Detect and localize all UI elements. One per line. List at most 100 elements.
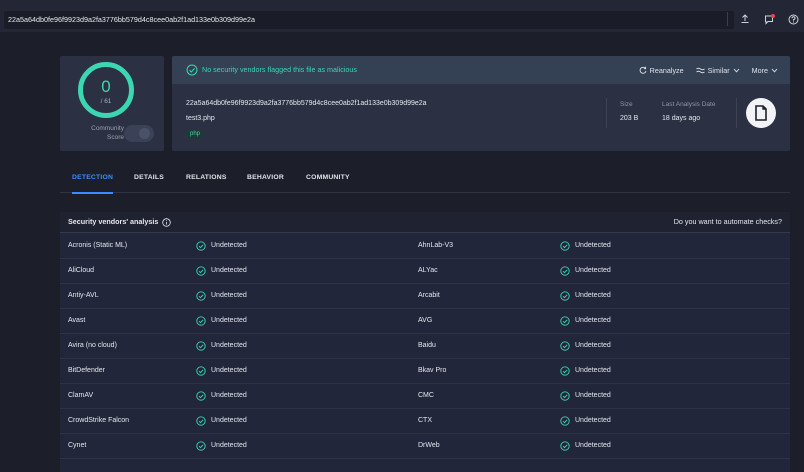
table-row: AliCloud Undetected ALYac Undetected	[60, 258, 790, 284]
verdict-text: No security vendors flagged this file as…	[202, 65, 358, 74]
vendor-result: Undetected	[560, 433, 611, 458]
verdict-banner: No security vendors flagged this file as…	[172, 56, 790, 84]
check-circle-icon	[560, 390, 570, 401]
vendor-name: CTX	[418, 417, 432, 424]
file-icon	[746, 98, 776, 128]
vendor-result: Undetected	[196, 233, 247, 258]
check-circle-icon	[196, 415, 206, 426]
table-title: Security vendors' analysis	[68, 217, 159, 226]
divider	[727, 12, 728, 26]
table-row: Avira (no cloud) Undetected Baidu Undetecte…	[60, 333, 790, 359]
detection-score-panel: 0 / 61 Community Score	[60, 56, 164, 151]
vendor-name: Arcabit	[418, 292, 440, 299]
check-circle-icon	[560, 290, 570, 301]
vendor-result: Undetected	[560, 408, 611, 433]
size-value: 203 B	[620, 115, 639, 122]
check-circle-icon	[186, 64, 198, 76]
banner-actions: Reanalyze Similar More	[639, 56, 778, 84]
check-circle-icon	[196, 240, 206, 251]
report-tabs: DETECTION DETAILS RELATIONS BEHAVIOR COM…	[60, 170, 790, 194]
last-analysis-label: Last Analysis Date	[662, 101, 716, 108]
vendor-result: Undetected	[560, 383, 611, 408]
vendor-name: Avira (no cloud)	[68, 342, 117, 349]
vendor-result: Undetected	[196, 433, 247, 458]
vendor-name: Antiy-AVL	[68, 292, 99, 299]
table-row: BitDefender Undetected Bkav Pro Undetected	[60, 358, 790, 384]
vendor-result: Undetected	[196, 358, 247, 383]
vendors-table: Security vendors' analysis Do you want t…	[60, 212, 790, 472]
chevron-down-icon	[771, 68, 778, 72]
file-name: test3.php	[186, 115, 215, 122]
table-row: Antiy-AVL Undetected Arcabit Undetected	[60, 283, 790, 309]
refresh-icon	[639, 66, 647, 74]
tab-behavior[interactable]: BEHAVIOR	[247, 170, 284, 192]
community-score-label: Community Score	[91, 125, 124, 141]
file-type-tag[interactable]: php	[186, 130, 205, 138]
check-circle-icon	[560, 315, 570, 326]
vendor-name: ALYac	[418, 267, 438, 274]
check-circle-icon	[196, 265, 206, 276]
notifications-icon[interactable]	[762, 12, 776, 26]
vendor-result: Undetected	[560, 233, 611, 258]
similar-icon	[695, 67, 705, 73]
check-circle-icon	[560, 240, 570, 251]
check-circle-icon	[560, 340, 570, 351]
tab-relations[interactable]: RELATIONS	[186, 170, 227, 192]
upload-icon[interactable]	[738, 12, 752, 26]
check-circle-icon	[196, 290, 206, 301]
detection-count: 0	[101, 77, 111, 96]
vendor-name: Baidu	[418, 342, 436, 349]
check-circle-icon	[196, 365, 206, 376]
vendor-result: Undetected	[560, 258, 611, 283]
community-score-vote[interactable]	[124, 125, 154, 142]
vendor-name: Cynet	[68, 442, 87, 449]
table-row: Avast Undetected AVG Undetected	[60, 308, 790, 334]
vendor-result: Undetected	[196, 258, 247, 283]
check-circle-icon	[196, 390, 206, 401]
detection-total: / 61	[100, 98, 112, 105]
divider	[736, 98, 737, 128]
file-info-panel: No security vendors flagged this file as…	[172, 56, 790, 151]
info-icon[interactable]	[162, 217, 172, 227]
check-circle-icon	[560, 365, 570, 376]
similar-dropdown[interactable]: Similar	[695, 66, 740, 75]
check-circle-icon	[560, 265, 570, 276]
check-circle-icon	[196, 315, 206, 326]
vendor-result: Undetected	[196, 308, 247, 333]
automate-checks-link[interactable]: Do you want to automate checks?	[674, 212, 782, 232]
table-row: CrowdStrike Falcon Undetected CTX Undetecte…	[60, 408, 790, 434]
vendor-name: AliCloud	[68, 267, 95, 274]
check-circle-icon	[560, 415, 570, 426]
reanalyze-button[interactable]: Reanalyze	[639, 66, 684, 75]
vendor-result: Undetected	[560, 358, 611, 383]
vendor-name: Bkav Pro	[418, 367, 447, 374]
file-hash: 22a5a64db0fe96f9923d9a2fa3776bb579d4c8ce…	[186, 100, 427, 107]
table-row: Cynet Undetected DrWeb Undetected	[60, 433, 790, 459]
vendor-name: CMC	[418, 392, 434, 399]
check-circle-icon	[196, 440, 206, 451]
vendor-result: Undetected	[196, 408, 247, 433]
vendor-name: Acronis (Static ML)	[68, 242, 128, 249]
vendor-result: Undetected	[196, 333, 247, 358]
vendor-name: Avast	[68, 317, 86, 324]
divider	[606, 98, 607, 128]
vendor-result: Undetected	[560, 333, 611, 358]
vendor-result: Undetected	[196, 283, 247, 308]
tab-community[interactable]: COMMUNITY	[306, 170, 350, 192]
last-analysis-value: 18 days ago	[662, 115, 701, 122]
check-circle-icon	[560, 440, 570, 451]
top-bar-icons	[727, 12, 800, 26]
more-dropdown[interactable]: More	[752, 66, 778, 75]
top-bar: 22a5a64db0fe96f9923d9a2fa3776bb579d4c8ce…	[0, 0, 804, 32]
table-header: Security vendors' analysis Do you want t…	[60, 212, 790, 233]
chevron-down-icon	[733, 68, 739, 72]
help-icon[interactable]	[786, 12, 800, 26]
tab-detection[interactable]: DETECTION	[72, 170, 114, 194]
table-row: Acronis (Static ML) Undetected AhnLab-V3 Un…	[60, 233, 790, 259]
search-input[interactable]: 22a5a64db0fe96f9923d9a2fa3776bb579d4c8ce…	[4, 11, 734, 29]
table-row: ClamAV Undetected CMC Undetected	[60, 383, 790, 409]
tab-details[interactable]: DETAILS	[134, 170, 164, 192]
vendor-name: CrowdStrike Falcon	[68, 417, 130, 424]
check-circle-icon	[196, 340, 206, 351]
vendor-name: BitDefender	[68, 367, 105, 374]
